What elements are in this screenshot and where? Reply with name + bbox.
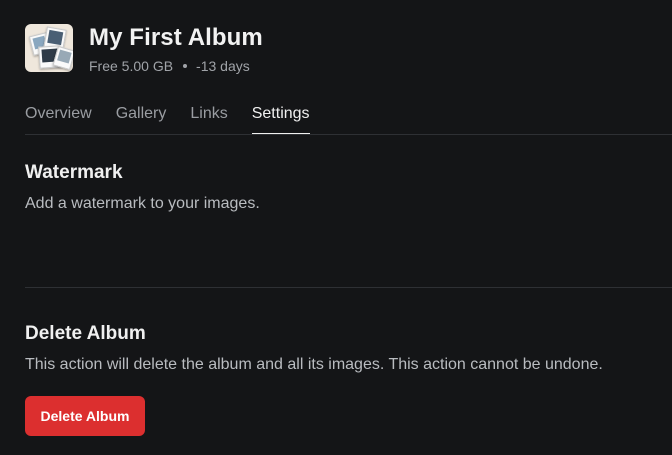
- delete-album-section-description: This action will delete the album and al…: [25, 356, 603, 373]
- section-divider: [25, 287, 672, 288]
- tab-overview[interactable]: Overview: [25, 104, 92, 135]
- tab-links[interactable]: Links: [190, 104, 227, 135]
- album-title: My First Album: [89, 24, 263, 51]
- delete-album-section-title: Delete Album: [25, 323, 146, 344]
- album-expiry: -13 days: [196, 58, 250, 74]
- watermark-section-description: Add a watermark to your images.: [25, 195, 260, 212]
- album-settings-page: My First Album Free 5.00 GB -13 days Ove…: [0, 0, 672, 455]
- album-storage: Free 5.00 GB: [89, 58, 174, 74]
- album-header: My First Album Free 5.00 GB -13 days: [25, 24, 263, 74]
- tab-gallery[interactable]: Gallery: [116, 104, 167, 135]
- album-thumbnail: [25, 24, 73, 72]
- album-meta: My First Album Free 5.00 GB -13 days: [89, 24, 263, 74]
- album-subtitle: Free 5.00 GB -13 days: [89, 58, 263, 74]
- album-tabs: Overview Gallery Links Settings: [25, 104, 334, 135]
- delete-album-button[interactable]: Delete Album: [25, 396, 145, 436]
- separator-dot-icon: [183, 64, 188, 68]
- watermark-section-title: Watermark: [25, 162, 123, 183]
- tabs-divider: [25, 134, 672, 135]
- tab-settings[interactable]: Settings: [251, 104, 310, 135]
